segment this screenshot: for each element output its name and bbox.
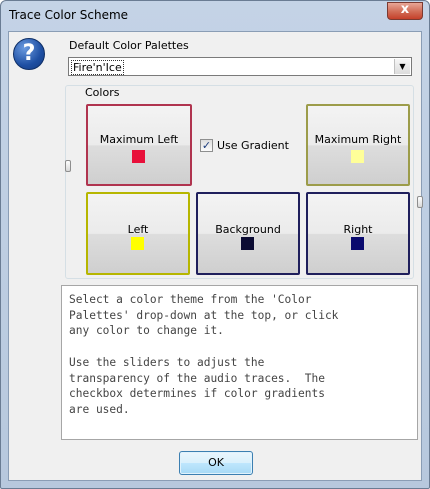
maximum-right-color-button[interactable]: Maximum Right bbox=[306, 104, 410, 186]
palette-selected-value: Fire'n'Ice bbox=[71, 60, 124, 75]
checkbox-check-icon[interactable]: ✓ bbox=[200, 139, 213, 152]
dialog-window: Trace Color Scheme x ? Default Color Pal… bbox=[0, 0, 430, 489]
right-color-button[interactable]: Right bbox=[306, 192, 410, 275]
question-mark-icon: ? bbox=[13, 38, 45, 70]
left-swatch bbox=[131, 237, 144, 250]
colors-group: Colors Maximum Left ✓ Use Gradient Maxim… bbox=[65, 85, 423, 279]
palette-dropdown[interactable]: Fire'n'Ice ▼ bbox=[68, 57, 412, 76]
maximum-right-swatch bbox=[351, 150, 364, 163]
title-bar[interactable]: Trace Color Scheme x bbox=[1, 1, 429, 31]
right-transparency-slider[interactable] bbox=[417, 196, 423, 208]
right-label: Right bbox=[343, 223, 373, 236]
chevron-down-icon[interactable]: ▼ bbox=[394, 59, 410, 74]
left-color-button[interactable]: Left bbox=[86, 192, 190, 275]
instructions-text: Select a color theme from the 'Color Pal… bbox=[69, 293, 339, 416]
close-button[interactable]: x bbox=[387, 2, 423, 20]
colors-group-label: Colors bbox=[83, 86, 122, 99]
left-label: Left bbox=[127, 223, 149, 236]
maximum-left-swatch bbox=[132, 150, 145, 163]
instructions-textbox[interactable]: Select a color theme from the 'Color Pal… bbox=[61, 285, 418, 440]
window-title: Trace Color Scheme bbox=[9, 8, 129, 22]
background-label: Background bbox=[215, 223, 281, 236]
maximum-left-label: Maximum Left bbox=[99, 133, 179, 146]
background-swatch bbox=[241, 237, 254, 250]
use-gradient-label: Use Gradient bbox=[217, 139, 289, 152]
right-swatch bbox=[351, 237, 364, 250]
ok-button[interactable]: OK bbox=[179, 451, 253, 475]
maximum-left-color-button[interactable]: Maximum Left bbox=[86, 104, 192, 186]
left-transparency-slider[interactable] bbox=[65, 160, 71, 172]
background-color-button[interactable]: Background bbox=[196, 192, 300, 275]
maximum-right-label: Maximum Right bbox=[314, 133, 402, 146]
dialog-content: ? Default Color Palettes Fire'n'Ice ▼ Co… bbox=[8, 31, 423, 481]
close-icon: x bbox=[400, 2, 410, 17]
palettes-group-label: Default Color Palettes bbox=[69, 39, 189, 52]
